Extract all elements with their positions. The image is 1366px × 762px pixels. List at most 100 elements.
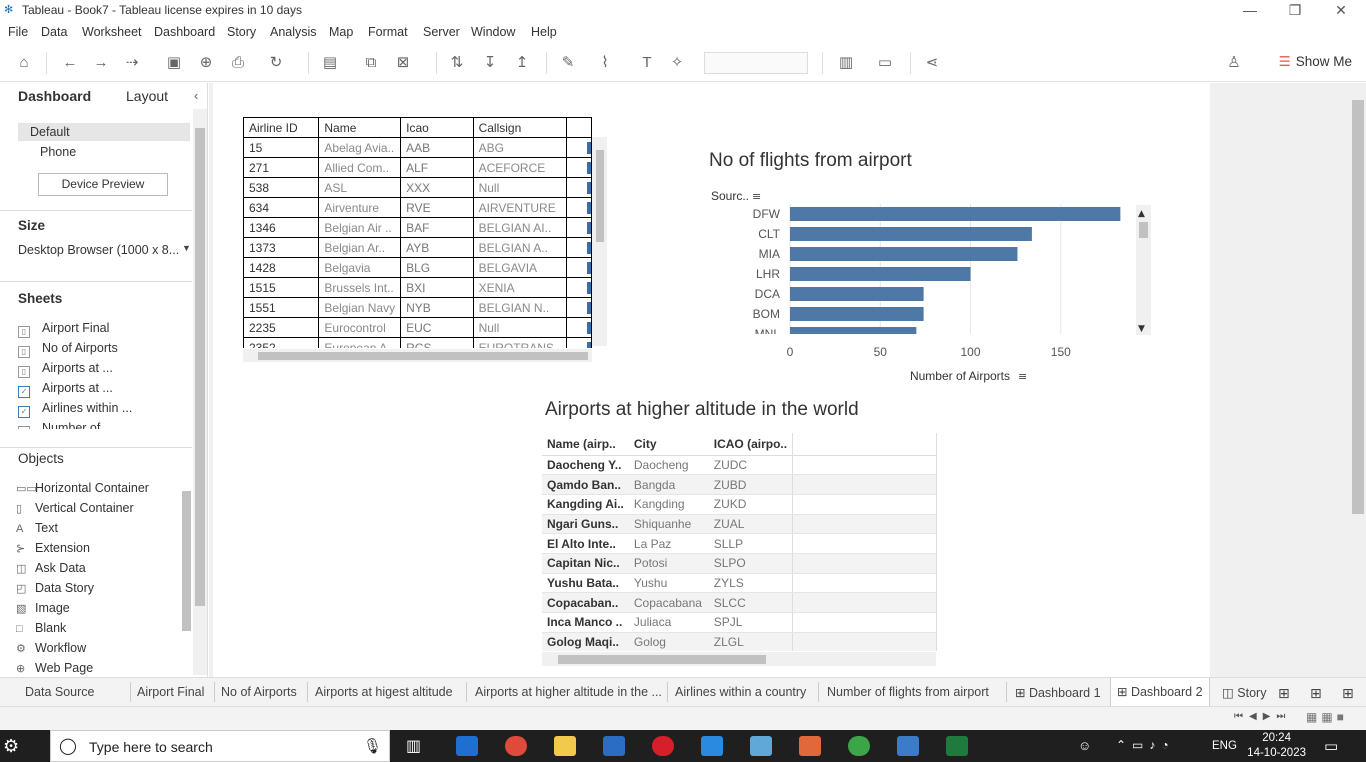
sheet-tab[interactable]: Airports at higher altitude in the ...: [475, 685, 662, 699]
file-explorer-icon[interactable]: [554, 736, 576, 756]
menu-worksheet[interactable]: Worksheet: [82, 25, 142, 39]
table-row[interactable]: 15 Abelag Avia.. AAB ABG: [243, 137, 592, 158]
table-row[interactable]: 2352 European A.. RCS EUROTRANS..: [243, 337, 592, 348]
tab-data-source[interactable]: Data Source: [25, 685, 94, 699]
sheet-tab[interactable]: Airlines within a country: [675, 685, 806, 699]
tab-dashboard[interactable]: Dashboard: [18, 88, 91, 104]
dashboard-tab-active[interactable]: ⊞ Dashboard 2: [1110, 678, 1210, 707]
device-preview-button[interactable]: Device Preview: [38, 173, 168, 196]
table-row[interactable]: 1515 Brussels Int.. BXI XENIA: [243, 277, 592, 298]
highlight-icon[interactable]: ✎: [558, 54, 578, 72]
bar[interactable]: [790, 247, 1018, 261]
table-row[interactable]: 2235 Eurocontrol EUC Null: [243, 317, 592, 338]
card-icon[interactable]: ▥: [836, 54, 856, 72]
sort-descending-icon[interactable]: ↥: [512, 54, 532, 72]
redo-icon[interactable]: →: [91, 54, 111, 72]
fit-dropdown[interactable]: [704, 52, 808, 74]
task-view-icon[interactable]: ▥: [406, 736, 421, 756]
menu-dashboard[interactable]: Dashboard: [154, 25, 215, 39]
airlines-table-vscroll-thumb[interactable]: [596, 150, 604, 242]
table-row[interactable]: Golog Maqi.. Golog ZLGL: [542, 632, 937, 651]
object-web-page[interactable]: ⊕ Web Page: [16, 661, 93, 675]
snip-icon[interactable]: [799, 736, 821, 756]
chrome-profile-icon[interactable]: [848, 736, 870, 756]
object-text[interactable]: A Text: [16, 521, 58, 535]
sheet-item[interactable]: ✓ Airports at ...: [18, 381, 113, 398]
sort-icon[interactable]: ≡: [752, 190, 761, 203]
table-row[interactable]: 538 ASL XXX Null: [243, 177, 592, 198]
pane-scrollbar-thumb[interactable]: [195, 128, 205, 606]
table-row[interactable]: Yushu Bata.. Yushu ZYLS: [542, 573, 937, 594]
menu-map[interactable]: Map: [329, 25, 353, 39]
table-row[interactable]: Capitan Nic.. Potosi SLPO: [542, 553, 937, 574]
table-row[interactable]: 1346 Belgian Air .. BAF BELGIAN AI..: [243, 217, 592, 238]
table-row[interactable]: Qamdo Ban.. Bangda ZUBD: [542, 474, 937, 495]
sheet-item[interactable]: ▯ Airport Final: [18, 321, 109, 338]
show-me-button[interactable]: ☰ Show Me: [1279, 54, 1352, 70]
new-datasource-icon[interactable]: ⊕: [196, 54, 216, 72]
bar[interactable]: [790, 327, 917, 341]
new-story-tab-icon[interactable]: ⊞: [1342, 685, 1354, 702]
scroll-up-icon[interactable]: ▲: [1138, 209, 1145, 219]
bar[interactable]: [790, 287, 924, 301]
tab-navigation-icon[interactable]: ⏮◀▶⏭: [1234, 711, 1291, 722]
new-worksheet-tab-icon[interactable]: ⊞: [1278, 685, 1290, 702]
tray-icons[interactable]: ⌃▭♪◔: [1116, 738, 1175, 752]
menu-format[interactable]: Format: [368, 25, 408, 39]
replay-icon[interactable]: ⇢: [122, 54, 142, 72]
table-row[interactable]: Daocheng Y.. Daocheng ZUDC: [542, 455, 937, 476]
dashboard-tab[interactable]: ⊞ Dashboard 1: [1015, 685, 1101, 700]
object-ask-data[interactable]: ◫ Ask Data: [16, 561, 86, 575]
row-header[interactable]: Sourc..: [711, 189, 749, 203]
opera-icon[interactable]: [652, 736, 674, 756]
pause-updates-icon[interactable]: ⎙: [228, 54, 248, 72]
microphone-icon[interactable]: 🎙: [363, 737, 382, 755]
label-icon[interactable]: T: [637, 54, 657, 72]
table-row[interactable]: Ngari Guns.. Shiquanhe ZUAL: [542, 514, 937, 535]
table-row[interactable]: 271 Allied Com.. ALF ACEFORCE: [243, 157, 592, 178]
group-icon[interactable]: ⌇: [595, 54, 615, 72]
clock[interactable]: 20:24 14-10-2023: [1247, 731, 1306, 761]
table-row[interactable]: Copacaban.. Copacabana SLCC: [542, 592, 937, 613]
table-row[interactable]: 1373 Belgian Ar.. AYB BELGIAN A..: [243, 237, 592, 258]
settings-icon[interactable]: ⚙: [3, 736, 19, 757]
clear-sheet-icon[interactable]: ⊠: [393, 54, 413, 72]
excel-icon[interactable]: [946, 736, 968, 756]
edge-icon[interactable]: [456, 736, 478, 756]
column-header[interactable]: Callsign: [472, 117, 567, 138]
view-mode-icon[interactable]: ▦▦■: [1306, 710, 1348, 724]
table-row[interactable]: Inca Manco .. Juliaca SPJL: [542, 612, 937, 633]
share-icon[interactable]: ⋖: [922, 54, 942, 72]
menu-file[interactable]: File: [8, 25, 28, 39]
object-blank[interactable]: □ Blank: [16, 621, 66, 635]
menu-window[interactable]: Window: [471, 25, 515, 39]
photos-icon[interactable]: [897, 736, 919, 756]
home-icon[interactable]: ⌂: [14, 54, 34, 72]
menu-story[interactable]: Story: [227, 25, 256, 39]
object-workflow[interactable]: ⚙ Workflow: [16, 641, 86, 655]
bar[interactable]: [790, 267, 971, 281]
save-icon[interactable]: ▣: [164, 54, 184, 72]
x-axis-label[interactable]: Number of Airports: [910, 369, 1010, 383]
close-button[interactable]: ✕: [1318, 0, 1364, 22]
column-header[interactable]: Name (airp..: [542, 433, 629, 456]
scroll-down-icon[interactable]: ▼: [1138, 324, 1145, 334]
object-data-story[interactable]: ◰ Data Story: [16, 581, 94, 595]
object-vertical-container[interactable]: ▯ Vertical Container: [16, 501, 134, 515]
size-chevron-down-icon[interactable]: ▼: [182, 243, 191, 253]
mail-icon[interactable]: [701, 736, 723, 756]
table-row[interactable]: 634 Airventure RVE AIRVENTURE: [243, 197, 592, 218]
table-row[interactable]: El Alto Inte.. La Paz SLLP: [542, 533, 937, 554]
menu-help[interactable]: Help: [531, 25, 557, 39]
bar[interactable]: [790, 307, 924, 321]
sheet-tab[interactable]: Airports at higest altitude: [315, 685, 453, 699]
size-dropdown[interactable]: Desktop Browser (1000 x 8...: [18, 243, 179, 257]
column-header[interactable]: Icao: [400, 117, 474, 138]
object-extension[interactable]: ⊱ Extension: [16, 541, 90, 555]
bar[interactable]: [790, 207, 1121, 221]
object-image[interactable]: ▧ Image: [16, 601, 70, 615]
chart-scrollbar-thumb[interactable]: [1139, 222, 1148, 238]
tableau-taskbar-icon[interactable]: [750, 736, 772, 756]
sort-ascending-icon[interactable]: ↧: [480, 54, 500, 72]
restore-button[interactable]: ❐: [1272, 0, 1318, 22]
